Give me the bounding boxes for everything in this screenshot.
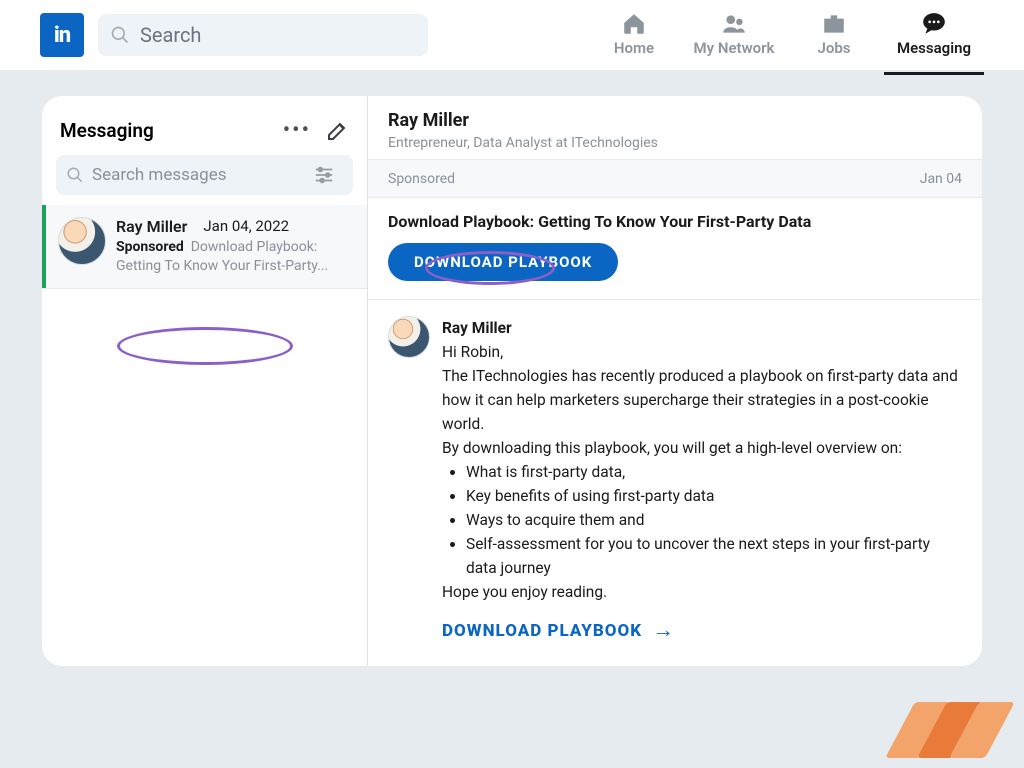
message-closing: Hope you enjoy reading. bbox=[442, 580, 962, 604]
top-nav: in Search Home My Network Jobs Messaging bbox=[0, 0, 1024, 70]
bullet: Self-assessment for you to uncover the n… bbox=[466, 532, 962, 580]
search-icon bbox=[66, 166, 84, 184]
message-body: Ray Miller Hi Robin, The ITechnologies h… bbox=[368, 300, 982, 648]
sponsored-label: Sponsored bbox=[388, 171, 455, 187]
download-playbook-button[interactable]: DOWNLOAD PLAYBOOK bbox=[388, 243, 618, 281]
briefcase-icon bbox=[821, 11, 847, 37]
conversation-sender-name: Ray Miller bbox=[388, 110, 962, 131]
search-placeholder: Search bbox=[140, 23, 201, 47]
nav-messaging[interactable]: Messaging bbox=[884, 11, 984, 59]
nav-jobs[interactable]: Jobs bbox=[784, 11, 884, 59]
conversation-sender-title: Entrepreneur, Data Analyst at ITechnolog… bbox=[388, 135, 962, 151]
message-search-input[interactable]: Search messages bbox=[56, 155, 353, 195]
message-bullets: What is first-party data, Key benefits o… bbox=[442, 460, 962, 580]
thread-date: Jan 04, 2022 bbox=[203, 217, 289, 236]
linkedin-logo[interactable]: in bbox=[40, 13, 84, 57]
sponsored-tag: Sponsored bbox=[116, 239, 184, 255]
global-search-input[interactable]: Search bbox=[98, 14, 428, 56]
message-search-placeholder: Search messages bbox=[92, 165, 313, 185]
nav-label: My Network bbox=[694, 39, 775, 57]
nav-home[interactable]: Home bbox=[584, 11, 684, 59]
nav-label: Home bbox=[614, 39, 654, 57]
thread-sender-name: Ray Miller bbox=[116, 217, 187, 236]
message-paragraph: The ITechnologies has recently produced … bbox=[442, 364, 962, 436]
bullet: Ways to acquire them and bbox=[466, 508, 962, 532]
cta-block: Download Playbook: Getting To Know Your … bbox=[368, 198, 982, 300]
arrow-right-icon: → bbox=[652, 614, 675, 648]
inline-cta-text: DOWNLOAD PLAYBOOK bbox=[442, 618, 642, 644]
filter-icon[interactable] bbox=[313, 164, 335, 186]
message-sender: Ray Miller bbox=[442, 316, 962, 340]
nav-network[interactable]: My Network bbox=[684, 11, 784, 59]
message-greeting: Hi Robin, bbox=[442, 340, 962, 364]
messaging-heading: Messaging bbox=[60, 119, 283, 142]
nav-label: Jobs bbox=[818, 39, 851, 57]
thread-list-pane: Messaging ••• Search messages Ray Miller… bbox=[42, 96, 368, 666]
more-options-button[interactable]: ••• bbox=[283, 118, 311, 143]
search-icon bbox=[110, 25, 130, 45]
home-icon bbox=[621, 11, 647, 37]
brand-logo bbox=[904, 702, 1000, 758]
conversation-pane: Ray Miller Entrepreneur, Data Analyst at… bbox=[368, 96, 982, 666]
avatar bbox=[388, 316, 430, 358]
download-playbook-link[interactable]: DOWNLOAD PLAYBOOK → bbox=[442, 614, 962, 648]
message-paragraph: By downloading this playbook, you will g… bbox=[442, 436, 962, 460]
nav-label: Messaging bbox=[897, 39, 971, 57]
avatar bbox=[58, 217, 106, 265]
people-icon bbox=[721, 11, 747, 37]
message-subject: Download Playbook: Getting To Know Your … bbox=[388, 212, 962, 231]
thread-item[interactable]: Ray Miller Jan 04, 2022 Sponsored Downlo… bbox=[42, 205, 367, 289]
thread-preview: Sponsored Download Playbook: Getting To … bbox=[116, 238, 355, 276]
messaging-panel: Messaging ••• Search messages Ray Miller… bbox=[42, 96, 982, 666]
bullet: Key benefits of using first-party data bbox=[466, 484, 962, 508]
sponsored-bar: Sponsored Jan 04 bbox=[368, 160, 982, 198]
conversation-header: Ray Miller Entrepreneur, Data Analyst at… bbox=[368, 96, 982, 160]
bullet: What is first-party data, bbox=[466, 460, 962, 484]
compose-icon[interactable] bbox=[325, 119, 349, 143]
sponsored-date: Jan 04 bbox=[920, 171, 962, 187]
messaging-icon bbox=[921, 11, 947, 37]
